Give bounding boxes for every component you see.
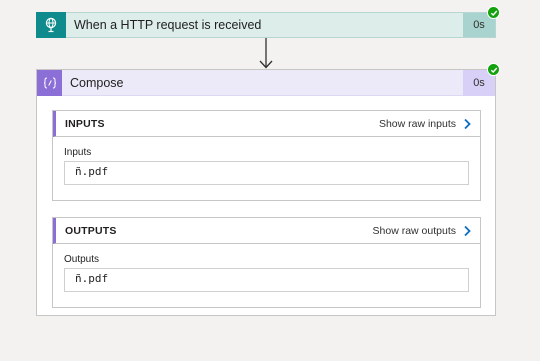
compose-title: Compose <box>70 75 124 90</box>
trigger-title: When a HTTP request is received <box>74 18 262 32</box>
inputs-section-header: INPUTS Show raw inputs <box>53 111 480 137</box>
curly-braces-icon <box>37 69 62 96</box>
flow-arrow-icon <box>259 38 273 69</box>
show-raw-inputs-link[interactable]: Show raw inputs <box>379 118 456 130</box>
inputs-section: INPUTS Show raw inputs Inputs ñ.pdf <box>52 110 481 201</box>
show-raw-outputs-link[interactable]: Show raw outputs <box>373 225 456 237</box>
success-check-icon <box>487 63 500 76</box>
outputs-section-title: OUTPUTS <box>65 224 117 237</box>
compose-action-card: Compose 0s INPUTS Show raw inputs Inputs… <box>36 69 496 316</box>
globe-request-icon <box>36 11 66 38</box>
http-trigger-card[interactable]: When a HTTP request is received 0s <box>36 11 496 38</box>
compose-header[interactable]: Compose 0s <box>37 69 495 96</box>
outputs-section-header: OUTPUTS Show raw outputs <box>53 218 480 244</box>
inputs-field-value: ñ.pdf <box>64 161 469 185</box>
outputs-section: OUTPUTS Show raw outputs Outputs ñ.pdf <box>52 217 481 308</box>
outputs-field-label: Outputs <box>64 254 100 265</box>
chevron-right-icon[interactable] <box>462 118 472 130</box>
inputs-section-title: INPUTS <box>65 117 105 130</box>
success-check-icon <box>487 6 500 19</box>
outputs-field-value: ñ.pdf <box>64 268 469 292</box>
inputs-field-label: Inputs <box>64 147 92 158</box>
chevron-right-icon[interactable] <box>462 225 472 237</box>
